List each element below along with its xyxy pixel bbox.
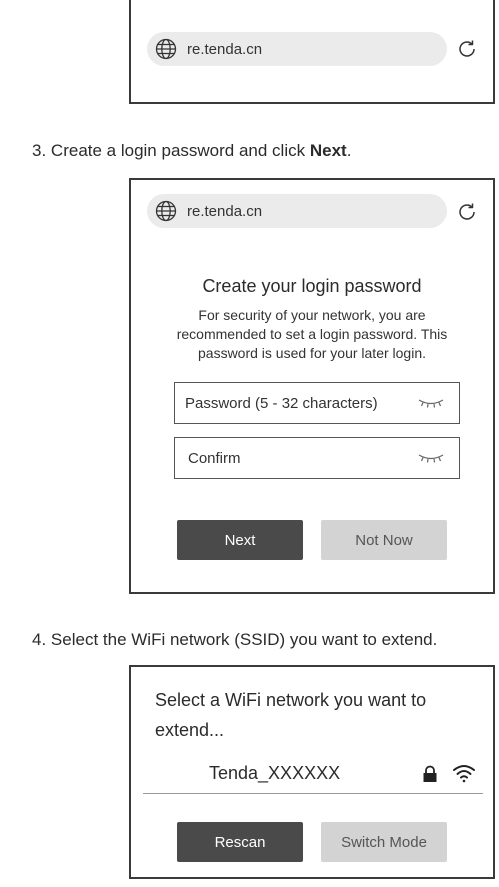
page-title: Create your login password — [202, 276, 422, 296]
globe-icon — [153, 198, 179, 224]
rescan-button[interactable]: Rescan — [177, 822, 303, 862]
eye-closed-icon[interactable] — [417, 396, 445, 410]
step-3-bold: Next — [309, 141, 347, 160]
next-button[interactable]: Next — [177, 520, 303, 560]
step-4-number: 4. — [32, 630, 47, 649]
password-input[interactable] — [185, 394, 417, 412]
password-field[interactable] — [174, 382, 460, 424]
reload-icon[interactable] — [456, 38, 478, 60]
ssid-name[interactable]: Tenda_XXXXXX — [209, 763, 340, 784]
confirm-input[interactable] — [188, 449, 417, 467]
step-3-text: Create a login password and click — [50, 141, 310, 160]
reload-icon[interactable] — [456, 201, 478, 223]
step-3-instruction: 3. Create a login password and click Nex… — [32, 141, 351, 161]
address-bar[interactable]: re.tenda.cn — [147, 32, 447, 66]
list-divider — [143, 793, 483, 794]
not-now-button[interactable]: Not Now — [321, 520, 447, 560]
globe-icon — [153, 36, 179, 62]
browser-panel-top: re.tenda.cn — [129, 0, 495, 104]
browser-panel-password: re.tenda.cn Create your login password F… — [129, 178, 495, 594]
wifi-select-heading: Select a WiFi network you want to extend… — [155, 690, 427, 740]
lock-icon — [422, 765, 438, 788]
switch-mode-button[interactable]: Switch Mode — [321, 822, 447, 862]
step-3-period: . — [346, 141, 352, 160]
step-4-text: Select the WiFi network (SSID) you want … — [50, 630, 438, 649]
wifi-select-panel: Select a WiFi network you want to extend… — [129, 665, 495, 879]
step-4-instruction: 4. Select the WiFi network (SSID) you wa… — [32, 630, 437, 650]
eye-closed-icon[interactable] — [417, 451, 445, 465]
wifi-signal-icon — [452, 763, 476, 788]
address-bar[interactable]: re.tenda.cn — [147, 194, 447, 228]
url-text: re.tenda.cn — [187, 202, 263, 220]
page-description: For security of your network, you are re… — [176, 307, 448, 361]
step-3-number: 3. — [32, 141, 47, 160]
url-text: re.tenda.cn — [187, 40, 263, 58]
confirm-field[interactable] — [174, 437, 460, 479]
